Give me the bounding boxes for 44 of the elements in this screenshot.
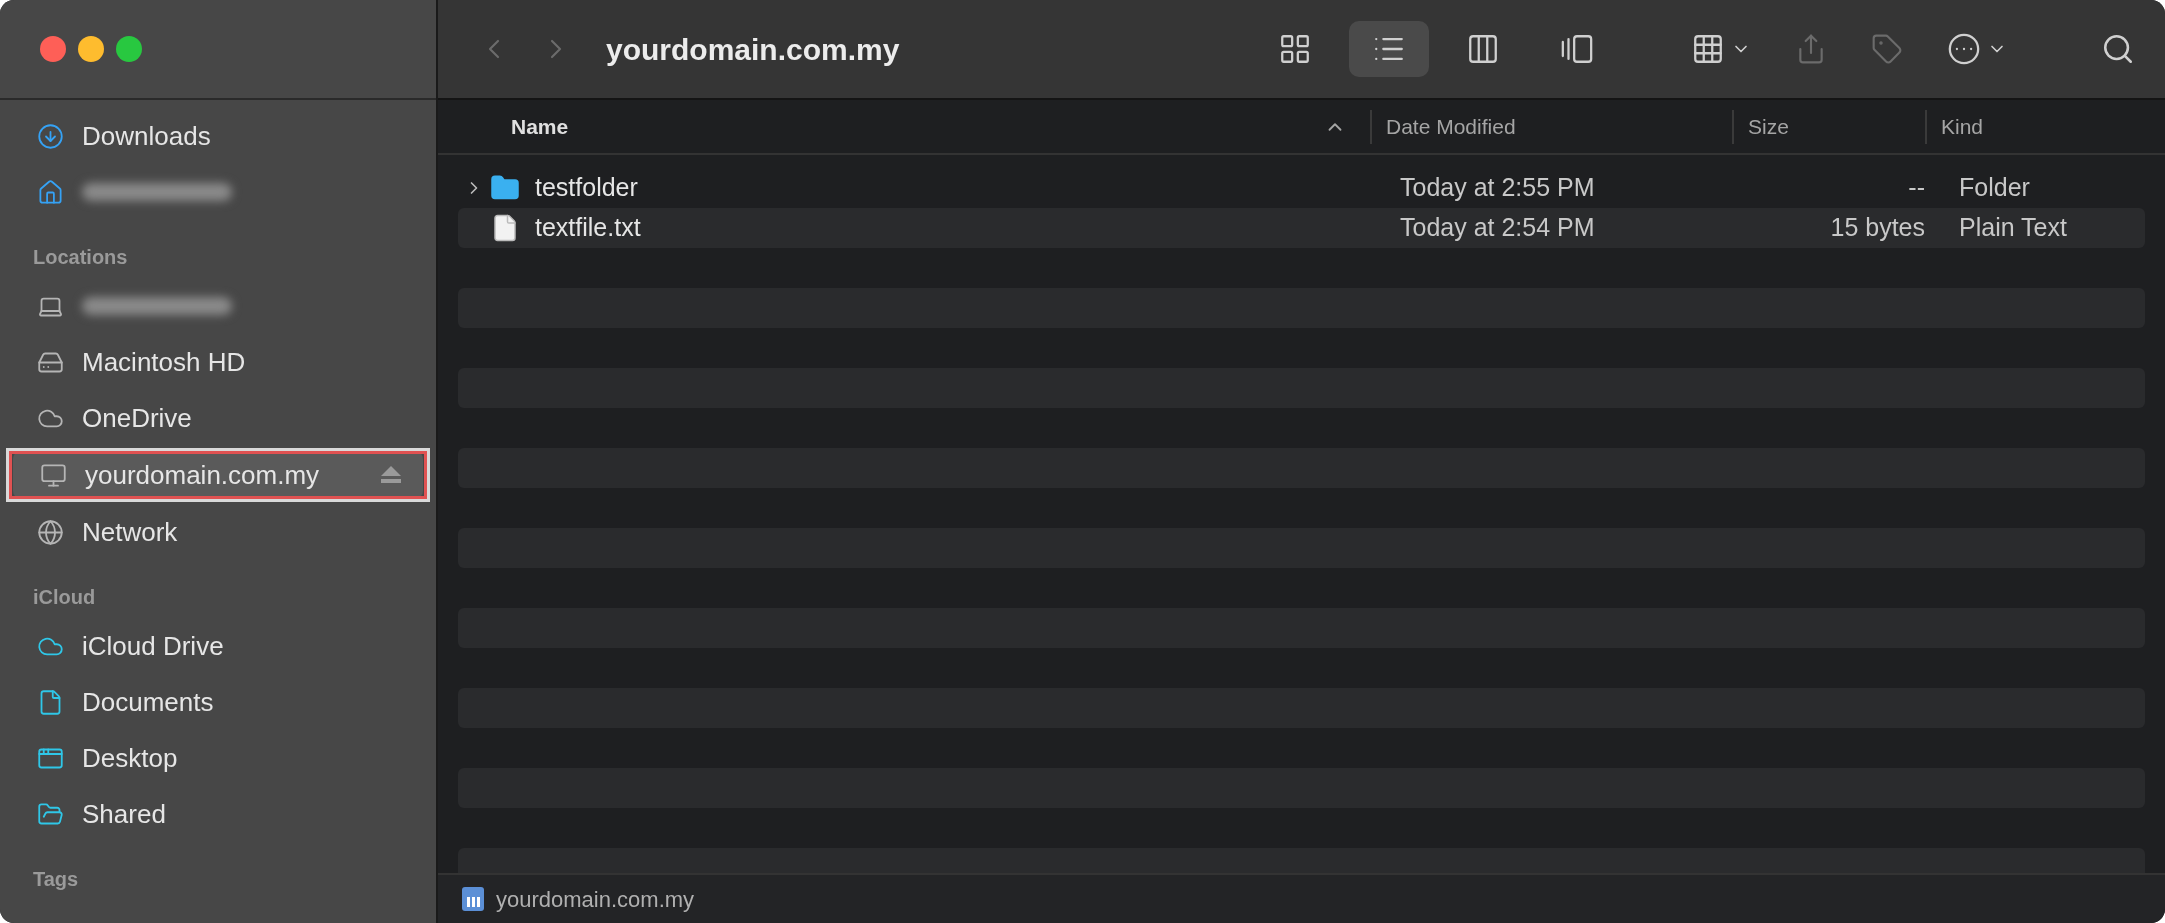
sidebar-item[interactable]: Desktop xyxy=(10,734,426,782)
gallery-view-icon xyxy=(1560,32,1594,66)
grid-view-icon xyxy=(1278,32,1312,66)
date-cell-text: Today at 2:54 PM xyxy=(1399,212,1596,244)
ellipsis-icon xyxy=(1947,32,1981,66)
view-button[interactable] xyxy=(1349,21,1429,77)
sidebar-item[interactable]: iCloud Drive xyxy=(10,622,426,670)
eject-icon[interactable] xyxy=(381,466,401,484)
section-header: Locations xyxy=(33,245,128,270)
kind-cell-text: Plain Text xyxy=(1958,212,2068,244)
sidebar-item[interactable]: Documents xyxy=(10,678,426,726)
sidebar-item[interactable]: Downloads xyxy=(10,112,426,160)
column-view-icon xyxy=(1466,32,1500,66)
kind-cell-text: Folder xyxy=(1958,172,2031,204)
home-icon xyxy=(37,178,64,206)
minimize-button[interactable] xyxy=(78,36,104,62)
column-header[interactable]: Kind xyxy=(1925,109,2145,144)
column-header[interactable]: Date Modified xyxy=(1370,109,1732,144)
window-title: yourdomain.com.my xyxy=(606,31,900,68)
sidebar-item[interactable]: OneDrive xyxy=(10,394,426,442)
column-header[interactable]: Name xyxy=(438,109,1370,144)
group-icon xyxy=(1691,32,1725,66)
server-icon xyxy=(462,887,484,911)
file-name: textfile.txt xyxy=(535,212,641,244)
date-cell-text: Today at 2:55 PM xyxy=(1399,172,1596,204)
size-cell-text: 15 bytes xyxy=(1829,212,1926,244)
file-row[interactable]: textfile.txt Today at 2:54 PM 15 bytes Plain Text xyxy=(458,208,2145,248)
section-header: iCloud xyxy=(33,585,96,610)
sidebar-item[interactable]: Network xyxy=(10,508,426,556)
close-button[interactable] xyxy=(40,36,66,62)
zoom-button[interactable] xyxy=(116,36,142,62)
download-icon xyxy=(37,122,64,150)
search-icon[interactable] xyxy=(2101,32,2135,66)
file-row[interactable]: testfolder Today at 2:55 PM -- Folder xyxy=(458,168,2145,208)
column-header[interactable]: Size xyxy=(1732,109,1925,144)
globe-icon xyxy=(37,518,64,546)
path-label: yourdomain.com.my xyxy=(496,885,695,914)
sidebar-item[interactable]: Macintosh HD xyxy=(10,338,426,386)
size-cell-text: -- xyxy=(1907,172,1926,204)
section-header: Tags xyxy=(33,867,79,892)
file-name: testfolder xyxy=(535,172,638,204)
monitor-icon xyxy=(40,461,67,489)
sidebar-item[interactable]: yourdomain.com.my xyxy=(13,451,423,499)
sidebar-item[interactable]: Shared xyxy=(10,790,426,838)
